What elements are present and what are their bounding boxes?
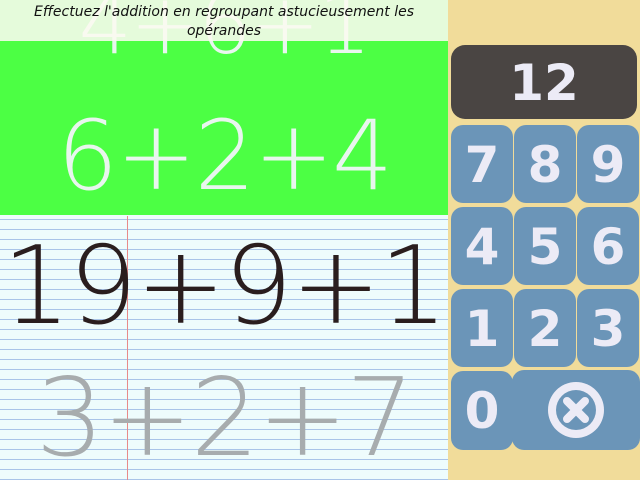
key-7[interactable]: 7 [451, 125, 513, 203]
key-2[interactable]: 2 [514, 289, 576, 367]
key-9[interactable]: 9 [577, 125, 639, 203]
completed-expression: 6+2+4 [56, 100, 393, 212]
clear-button[interactable] [512, 370, 640, 450]
answer-display: 12 [451, 45, 637, 119]
current-expression: 19+9+1 [2, 224, 448, 349]
key-5[interactable]: 5 [514, 207, 576, 285]
instruction-text: Effectuez l'addition en regroupant astuc… [0, 0, 448, 41]
number-keypad: 12 7 8 9 4 5 6 1 2 3 0 [448, 0, 640, 480]
next-expression: 3+2+7 [35, 356, 414, 480]
key-6[interactable]: 6 [577, 207, 639, 285]
key-1[interactable]: 1 [451, 289, 513, 367]
key-8[interactable]: 8 [514, 125, 576, 203]
key-3[interactable]: 3 [577, 289, 639, 367]
key-4[interactable]: 4 [451, 207, 513, 285]
exercise-area: 4+6+1 6+2+4 19+9+1 3+2+7 Effectuez l'add… [0, 0, 448, 480]
key-0[interactable]: 0 [451, 371, 513, 450]
close-circle-icon [548, 382, 604, 438]
